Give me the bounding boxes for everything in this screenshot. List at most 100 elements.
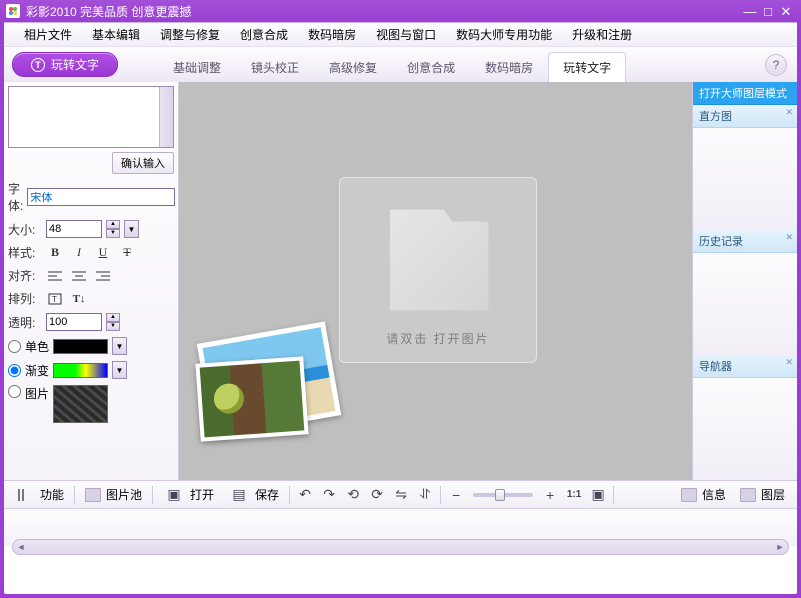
collapse-left-icon[interactable] xyxy=(10,485,32,505)
menu-master[interactable]: 数码大师专用功能 xyxy=(446,26,562,43)
strikethrough-button[interactable]: T xyxy=(118,245,136,261)
open-master-layer-mode[interactable]: 打开大师图层模式 xyxy=(693,82,797,105)
menu-creative[interactable]: 创意合成 xyxy=(230,26,298,43)
info-tab[interactable]: 信息 xyxy=(675,484,732,505)
tab-creative-compose[interactable]: 创意合成 xyxy=(392,52,470,82)
tab-bar: T 玩转文字 基础调整 镜头校正 高级修复 创意合成 数码暗房 玩转文字 ? xyxy=(4,46,797,82)
gradient-dropdown[interactable]: ▼ xyxy=(112,361,127,379)
rotate-cw-button[interactable]: ⟳ xyxy=(366,485,388,505)
confirm-input-button[interactable]: 确认输入 xyxy=(112,152,174,174)
help-button[interactable]: ? xyxy=(765,54,787,76)
app-logo-icon xyxy=(6,4,20,18)
tab-play-text[interactable]: 玩转文字 xyxy=(548,52,626,82)
rotate-ccw-button[interactable]: ⟲ xyxy=(342,485,364,505)
texture-swatch[interactable] xyxy=(53,385,108,423)
bottom-toolbar: 功能 图片池 ▣打开 ▤保存 ↶ ↷ ⟲ ⟳ ⇋ ⥯ − + 1:1 ▣ 信息 … xyxy=(4,480,797,508)
horizontal-text-button[interactable]: T xyxy=(46,291,64,307)
text-preview-box[interactable] xyxy=(8,86,174,148)
minimize-button[interactable]: — xyxy=(741,4,759,18)
flip-h-button[interactable]: ⇋ xyxy=(390,485,412,505)
image-fill-radio[interactable] xyxy=(8,385,21,398)
flip-v-button[interactable]: ⥯ xyxy=(414,485,436,505)
save-button[interactable]: ▤保存 xyxy=(222,483,285,507)
tab-lens-correct[interactable]: 镜头校正 xyxy=(236,52,314,82)
preview-scrollbar[interactable] xyxy=(159,87,173,147)
zoom-fit-button[interactable]: ▣ xyxy=(587,485,609,505)
histogram-header[interactable]: 直方图✕ xyxy=(693,105,797,128)
title-bar: 彩影2010 完美品质 创意更震撼 — □ ✕ xyxy=(0,0,801,22)
image-pool-tab[interactable]: 图片池 xyxy=(79,484,148,505)
size-down-button[interactable]: ▼ xyxy=(106,229,120,238)
italic-button[interactable]: I xyxy=(70,245,88,261)
menu-basic-edit[interactable]: 基本编辑 xyxy=(82,26,150,43)
play-text-button[interactable]: T 玩转文字 xyxy=(12,52,118,77)
text-t-icon: T xyxy=(31,58,45,72)
scroll-right-button[interactable]: ► xyxy=(772,540,788,554)
underline-button[interactable]: U xyxy=(94,245,112,261)
opacity-down-button[interactable]: ▼ xyxy=(106,322,120,331)
menu-bar: 相片文件 基本编辑 调整与修复 创意合成 数码暗房 视图与窗口 数码大师专用功能… xyxy=(4,22,797,46)
window-title: 彩影2010 完美品质 创意更震撼 xyxy=(26,3,191,20)
zoom-actual-button[interactable]: 1:1 xyxy=(563,485,585,505)
solid-color-radio[interactable] xyxy=(8,340,21,353)
history-close-icon[interactable]: ✕ xyxy=(785,232,793,243)
redo-button[interactable]: ↷ xyxy=(318,485,340,505)
navigator-header[interactable]: 导航器✕ xyxy=(693,355,797,378)
vertical-text-button[interactable]: T↓ xyxy=(70,291,88,307)
status-bar: ◄ ► xyxy=(4,508,797,546)
svg-text:T: T xyxy=(52,295,57,304)
solid-color-swatch[interactable] xyxy=(53,339,108,354)
gradient-radio[interactable] xyxy=(8,364,21,377)
right-panel: 打开大师图层模式 直方图✕ 历史记录✕ 导航器✕ xyxy=(692,82,797,480)
layers-tab[interactable]: 图层 xyxy=(734,484,791,505)
left-panel: 确认输入 字体: ▼ 大小: ▲▼ ▼ 样式: B I U T 对齐: xyxy=(4,82,179,480)
menu-adjust-repair[interactable]: 调整与修复 xyxy=(150,26,230,43)
function-tab[interactable]: 功能 xyxy=(34,484,70,505)
zoom-slider[interactable] xyxy=(473,493,533,497)
menu-darkroom[interactable]: 数码暗房 xyxy=(298,26,366,43)
close-button[interactable]: ✕ xyxy=(777,4,795,18)
open-button[interactable]: ▣打开 xyxy=(157,483,220,507)
image-fill-label: 图片 xyxy=(25,385,49,402)
zoom-out-button[interactable]: − xyxy=(445,485,467,505)
align-label: 对齐: xyxy=(8,267,42,284)
menu-view-window[interactable]: 视图与窗口 xyxy=(366,26,446,43)
navigator-close-icon[interactable]: ✕ xyxy=(785,357,793,368)
tab-darkroom[interactable]: 数码暗房 xyxy=(470,52,548,82)
opacity-label: 透明: xyxy=(8,314,42,331)
style-label: 样式: xyxy=(8,244,42,261)
font-input[interactable] xyxy=(27,188,175,206)
camera-icon: ▣ xyxy=(163,485,185,505)
size-up-button[interactable]: ▲ xyxy=(106,220,120,229)
histogram-close-icon[interactable]: ✕ xyxy=(785,107,793,118)
canvas-area[interactable]: 请双击 打开图片 xyxy=(179,82,692,480)
menu-file[interactable]: 相片文件 xyxy=(14,26,82,43)
save-icon: ▤ xyxy=(228,485,250,505)
maximize-button[interactable]: □ xyxy=(759,4,777,18)
drop-open-area[interactable]: 请双击 打开图片 xyxy=(339,177,537,363)
opacity-up-button[interactable]: ▲ xyxy=(106,313,120,322)
size-input[interactable] xyxy=(46,220,102,238)
horizontal-scrollbar[interactable]: ◄ ► xyxy=(12,539,789,555)
history-header[interactable]: 历史记录✕ xyxy=(693,230,797,253)
solid-color-dropdown[interactable]: ▼ xyxy=(112,337,127,355)
align-center-button[interactable] xyxy=(70,268,88,284)
layers-icon xyxy=(740,488,756,502)
gradient-label: 渐变 xyxy=(25,362,49,379)
zoom-in-button[interactable]: + xyxy=(539,485,561,505)
open-hint-text: 请双击 打开图片 xyxy=(386,330,489,347)
solid-color-label: 单色 xyxy=(25,338,49,355)
info-icon xyxy=(681,488,697,502)
align-left-button[interactable] xyxy=(46,268,64,284)
align-right-button[interactable] xyxy=(94,268,112,284)
bold-button[interactable]: B xyxy=(46,245,64,261)
opacity-input[interactable] xyxy=(46,313,102,331)
gradient-swatch[interactable] xyxy=(53,363,108,378)
tab-basic-adjust[interactable]: 基础调整 xyxy=(158,52,236,82)
scroll-left-button[interactable]: ◄ xyxy=(13,540,29,554)
menu-upgrade-register[interactable]: 升级和注册 xyxy=(562,26,642,43)
tab-advanced-repair[interactable]: 高级修复 xyxy=(314,52,392,82)
arrange-label: 排列: xyxy=(8,290,42,307)
size-dropdown-button[interactable]: ▼ xyxy=(124,220,139,238)
undo-button[interactable]: ↶ xyxy=(294,485,316,505)
